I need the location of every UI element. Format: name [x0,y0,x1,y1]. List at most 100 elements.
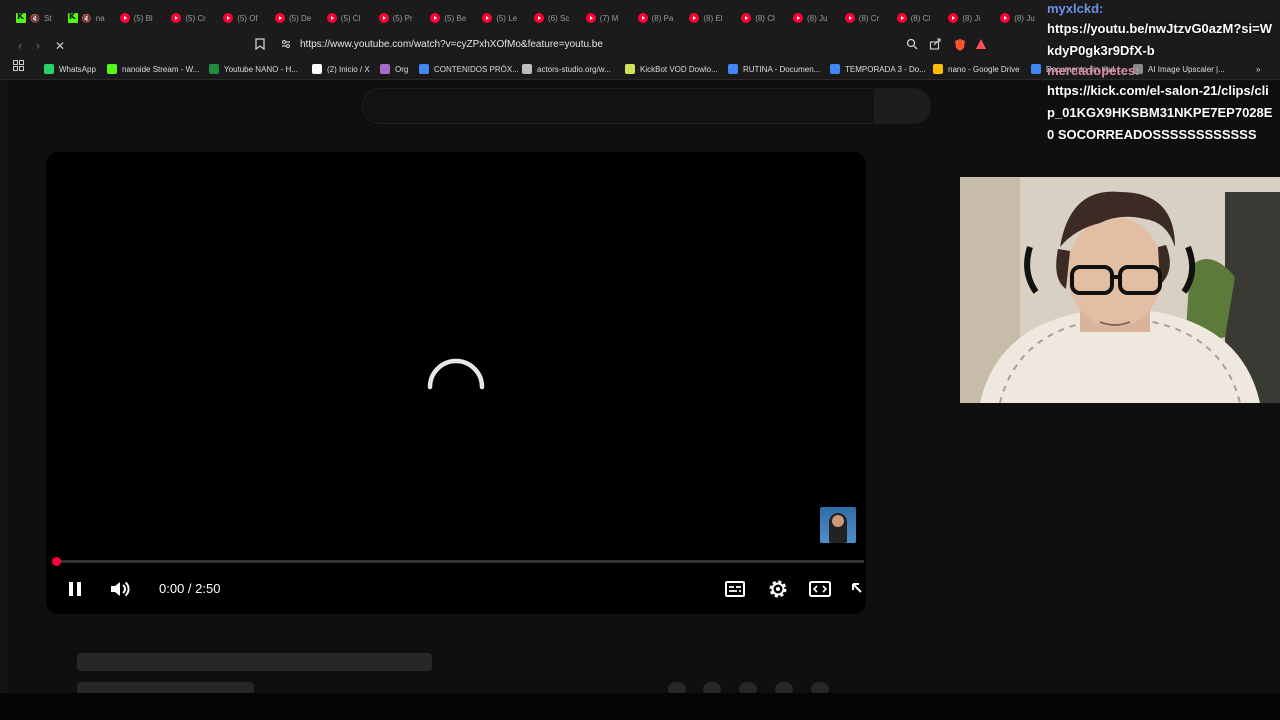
volume-icon[interactable] [108,577,132,601]
browser-tab[interactable]: (5) Of [209,8,261,28]
tab-title: (5) Be [444,13,467,23]
browser-tab[interactable]: (5) Bl [106,8,158,28]
tab-title: St [43,13,52,23]
zoom-icon[interactable] [904,38,920,54]
arrow-right-icon[interactable]: › [30,38,46,54]
bookmark-favicon-icon [625,64,635,74]
progress-bar[interactable] [56,560,864,563]
browser-tab[interactable]: (5) Cr [157,8,209,28]
site-info-icon[interactable] [278,38,294,54]
bookmark-label: (2) Inicio / X [327,64,370,74]
brave-shields-icon[interactable] [952,38,968,54]
arrow-left-icon[interactable]: ‹ [12,38,28,54]
browser-tab[interactable]: (8) Ju [779,8,831,28]
bookmark-item[interactable]: TEMPORADA 3 - Do... [830,62,926,76]
tab-title: (5) Of [237,13,258,23]
muted-icon[interactable]: 🔇 [82,14,92,23]
bookmark-label: Org [395,64,409,74]
tab-title: (8) Ji [962,13,981,23]
captions-icon[interactable] [723,577,747,601]
bookmark-favicon-icon [728,64,738,74]
bookmark-icon[interactable] [252,38,268,54]
muted-icon[interactable]: 🔇 [30,14,40,23]
screen: 🔇St🔇na(5) Bl(5) Cr(5) Of(5) De(5) Cl(5) … [0,0,1280,720]
browser-tab[interactable]: (7) M [572,8,624,28]
bookmark-label: nanoide Stream - W... [122,64,200,74]
bookmark-label: Youtube NANO - H... [224,64,298,74]
apps-grid-icon[interactable] [10,60,26,76]
browser-tab[interactable]: 🔇St [2,8,54,28]
bookmark-item[interactable]: Youtube NANO - H... [209,62,298,76]
youtube-favicon-icon [378,13,389,23]
tab-title: (5) Bl [133,13,153,23]
browser-tab[interactable]: (8) Cl [883,8,935,28]
bookmark-item[interactable]: KickBot VOD Dowlo... [625,62,718,76]
progress-scrubber[interactable] [52,557,61,566]
youtube-favicon-icon [948,13,959,23]
browser-tab[interactable]: (8) Pa [624,8,676,28]
bookmark-item[interactable]: nanoide Stream - W... [107,62,199,76]
tab-title: (5) Le [496,13,518,23]
stop-loading-icon[interactable]: ✕ [52,38,68,54]
bookmark-item[interactable]: RUTINA - Documen... [728,62,820,76]
browser-tab[interactable]: (5) Pr [365,8,417,28]
address-bar[interactable]: https://www.youtube.com/watch?v=cyZPxhXO… [300,39,603,50]
browser-tab[interactable]: (8) Ju [986,8,1038,28]
browser-tab[interactable]: (5) Be [416,8,468,28]
youtube-favicon-icon [585,13,596,23]
bookmark-item[interactable]: (2) Inicio / X [312,62,370,76]
tab-title: (8) El [703,13,723,23]
youtube-favicon-icon [741,13,752,23]
youtube-favicon-icon [223,13,234,23]
bookmark-favicon-icon [419,64,429,74]
search-button[interactable] [874,88,931,124]
browser-tab[interactable]: (5) De [261,8,313,28]
kick-favicon-icon [16,12,26,23]
tab-title: (8) Cl [910,13,931,23]
loading-spinner-icon [427,358,485,390]
bookmark-item[interactable]: nano - Google Drive [933,62,1020,76]
tab-title: (6) Sc [548,13,570,23]
pause-icon[interactable] [63,577,87,601]
browser-tab[interactable]: (5) Cl [313,8,365,28]
share-icon[interactable] [927,38,943,54]
youtube-favicon-icon [326,13,337,23]
channel-watermark[interactable] [820,507,856,543]
tab-title: na [95,13,105,23]
tab-title: (8) Ju [1014,13,1035,23]
browser-tab[interactable]: (5) Le [468,8,520,28]
youtube-favicon-icon [430,13,441,23]
browser-tab[interactable]: (8) Cr [831,8,883,28]
bookmark-item[interactable]: CONTENIDOS PRÓX... [419,62,519,76]
bookmark-item[interactable]: Org [380,62,408,76]
theater-mode-icon[interactable] [808,577,832,601]
miniplayer-icon[interactable] [850,577,866,601]
tab-title: (8) Pa [651,13,674,23]
bookmark-label: TEMPORADA 3 - Do... [845,64,926,74]
browser-tab[interactable]: (6) Sc [520,8,572,28]
time-display: 0:00 / 2:50 [159,581,221,596]
search-input[interactable] [362,88,876,124]
bookmark-item[interactable]: WhatsApp [44,62,96,76]
bookmark-favicon-icon [107,64,117,74]
brave-rewards-icon[interactable] [973,38,989,54]
title-skeleton [77,653,432,671]
bookmark-label: actors-studio.org/w... [537,64,611,74]
youtube-favicon-icon [896,13,907,23]
browser-tab[interactable]: (8) El [675,8,727,28]
browser-tab[interactable]: (8) Cl [727,8,779,28]
browser-tab[interactable]: (8) Ji [934,8,986,28]
youtube-favicon-icon [844,13,855,23]
bookmark-favicon-icon [312,64,322,74]
tab-title: (5) Cr [185,13,206,23]
gear-icon[interactable] [766,577,790,601]
bookmark-favicon-icon [933,64,943,74]
taskbar [0,693,1280,720]
youtube-favicon-icon [534,13,544,23]
tab-title: (5) Cl [340,13,361,23]
youtube-favicon-icon [482,13,493,23]
browser-tab[interactable]: 🔇na [54,8,106,28]
youtube-favicon-icon [689,13,700,23]
bookmark-label: KickBot VOD Dowlo... [640,64,718,74]
bookmark-item[interactable]: actors-studio.org/w... [522,62,611,76]
